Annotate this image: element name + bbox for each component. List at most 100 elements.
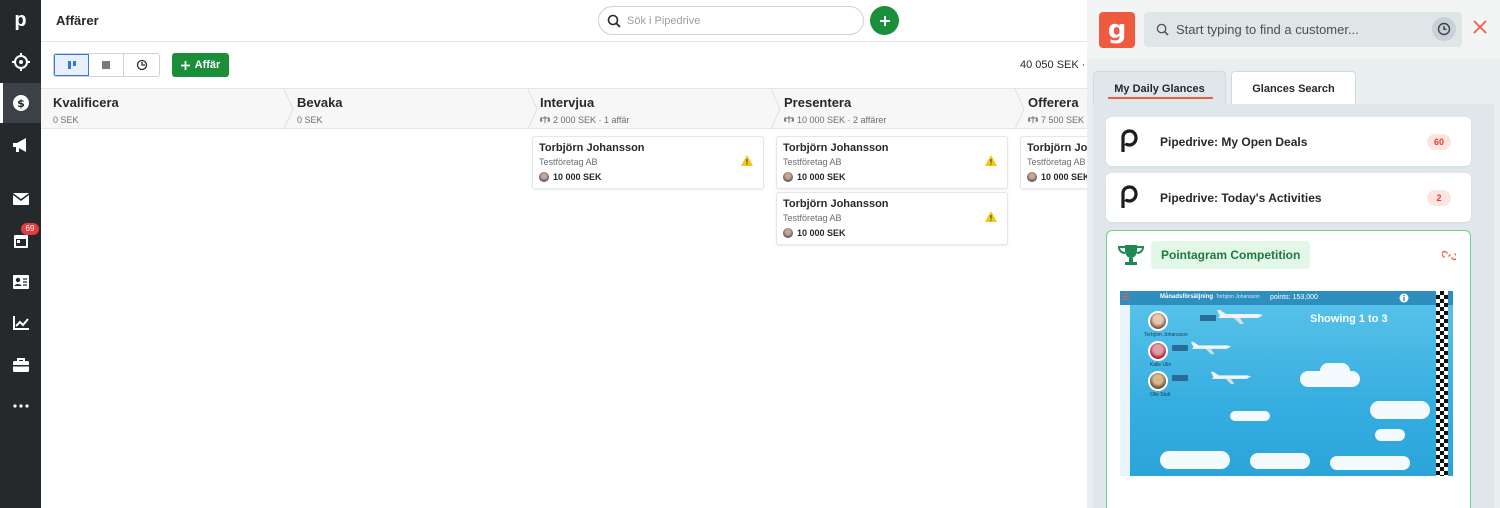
pipedrive-icon — [1121, 185, 1138, 208]
stage-header: Kvalificera 0 SEK — [41, 89, 294, 129]
quick-add-button[interactable] — [870, 6, 899, 35]
list-icon — [102, 61, 110, 69]
chart-icon[interactable] — [0, 303, 41, 343]
forecast-view-button[interactable] — [124, 54, 159, 76]
plus-icon — [879, 15, 890, 26]
forecast-icon — [136, 59, 147, 71]
glance-list: Pipedrive: My Open Deals 60 Pipedrive: T… — [1093, 104, 1494, 508]
deal-organization: Testföretag AB — [783, 213, 842, 223]
plane-icon — [1210, 371, 1252, 385]
target-icon[interactable] — [0, 42, 41, 82]
briefcase-icon[interactable] — [0, 345, 41, 385]
history-button[interactable] — [1432, 17, 1456, 41]
dollar-icon[interactable]: $ — [0, 83, 41, 123]
trophy-icon — [1117, 245, 1145, 265]
mail-icon[interactable] — [0, 179, 41, 219]
link-icon[interactable] — [1442, 248, 1456, 262]
pipeline-total: 40 050 SEK · 4 — [1020, 59, 1095, 71]
tab-my-daily-glances[interactable]: My Daily Glances — [1093, 71, 1226, 105]
stage-name: Kvalificera — [53, 95, 119, 110]
view-switcher — [53, 53, 160, 77]
warning-icon[interactable] — [741, 155, 753, 166]
stage-name: Presentera — [784, 95, 852, 110]
stage-meta: 2 000 SEK · 1 affär — [540, 115, 629, 125]
megaphone-icon[interactable] — [0, 125, 41, 165]
race-showing: Showing 1 to 3 — [1310, 313, 1388, 325]
glance-competition: Pointagram Competition Månadsförsäljning… — [1106, 230, 1471, 508]
stage-name: Intervjua — [540, 95, 595, 110]
glance-todays-activities[interactable]: Pipedrive: Today's Activities 2 — [1106, 173, 1471, 222]
warning-icon[interactable] — [985, 155, 997, 166]
stage-header: Bevaka 0 SEK — [285, 89, 538, 129]
stage-header: Presentera 10 000 SEK · 2 affärer — [772, 89, 1025, 129]
glance-tabs: My Daily Glances Glances Search — [1093, 71, 1499, 105]
race-visualization[interactable]: Månadsförsäljning Torbjörn Johansson poi… — [1120, 291, 1453, 476]
racer-name: Torbjörn Johansson — [1144, 332, 1188, 338]
stage-column: Presentera 10 000 SEK · 2 affärer Torbjö… — [772, 89, 1025, 508]
search-icon — [1156, 23, 1169, 36]
deal-value: 10 000 SEK — [783, 228, 846, 238]
pipedrive-icon — [1121, 129, 1138, 152]
app-logo[interactable]: g — [1099, 12, 1135, 48]
customer-search-input[interactable]: Start typing to find a customer... — [1144, 12, 1462, 47]
main-nav: p $ 69 — [0, 0, 41, 508]
deal-card[interactable]: Torbjörn Johansson Testföretag AB 10 000… — [1020, 136, 1087, 189]
deal-title: Torbjörn Johansson — [539, 142, 645, 154]
list-view-button[interactable] — [89, 54, 124, 76]
deal-card[interactable]: Torbjörn Johansson Testföretag AB 10 000… — [776, 192, 1008, 245]
racer-score — [1172, 345, 1188, 351]
deal-card[interactable]: Torbjörn Johansson Testföretag AB 10 000… — [532, 136, 764, 189]
close-icon[interactable] — [1473, 20, 1487, 34]
glance-open-deals[interactable]: Pipedrive: My Open Deals 60 — [1106, 117, 1471, 166]
stage-column: Offerera 7 500 SEK · Torbjörn Johansson … — [1016, 89, 1087, 508]
add-deal-button[interactable]: Affär — [172, 53, 229, 77]
deal-title: Torbjörn Johansson — [783, 198, 889, 210]
glance-count: 60 — [1427, 134, 1451, 150]
pipeline-toolbar: Affär 40 050 SEK · 4 — [41, 42, 1095, 89]
deal-card[interactable]: Torbjörn Johansson Testföretag AB 10 000… — [776, 136, 1008, 189]
deal-value: 10 000 SEK — [539, 172, 602, 182]
warning-icon[interactable] — [985, 211, 997, 222]
search-input[interactable]: Sök i Pipedrive — [598, 6, 864, 35]
plane-icon — [1190, 341, 1232, 355]
top-header: Affärer Sök i Pipedrive — [41, 0, 1087, 42]
owner-avatar — [783, 172, 793, 182]
plane-icon — [1217, 310, 1263, 324]
stage-column: Kvalificera 0 SEK — [41, 89, 294, 508]
pipeline-board: Kvalificera 0 SEK Bevaka 0 SEK Intervjua… — [41, 89, 1087, 508]
menu-icon[interactable] — [1122, 293, 1129, 300]
stage-name: Offerera — [1028, 95, 1079, 110]
owner-avatar — [1027, 172, 1037, 182]
weighted-value-icon — [540, 116, 550, 123]
svg-text:$: $ — [17, 97, 25, 110]
racer-avatar — [1148, 341, 1168, 361]
deal-value: 10 000 SEK — [783, 172, 846, 182]
search-placeholder: Sök i Pipedrive — [627, 14, 701, 27]
more-icon[interactable] — [0, 386, 41, 426]
deal-title: Torbjörn Johansson — [1027, 142, 1087, 154]
stage-header: Offerera 7 500 SEK · — [1016, 89, 1087, 129]
racer-score — [1172, 375, 1188, 381]
kanban-icon — [67, 61, 76, 69]
owner-avatar — [539, 172, 549, 182]
race-subtitle: Torbjörn Johansson — [1216, 294, 1260, 300]
glance-title: Pipedrive: My Open Deals — [1160, 135, 1308, 149]
racer-name: Olle Stolt — [1150, 392, 1171, 398]
page-title: Affärer — [56, 13, 99, 28]
stage-header: Intervjua 2 000 SEK · 1 affär — [528, 89, 781, 129]
weighted-value-icon — [784, 116, 794, 123]
tab-glances-search[interactable]: Glances Search — [1231, 71, 1356, 105]
customer-search-placeholder: Start typing to find a customer... — [1176, 22, 1359, 37]
pipeline-view-button[interactable] — [54, 54, 89, 76]
pipedrive-logo[interactable]: p — [0, 0, 41, 40]
race-points: points: 153,000 — [1270, 294, 1318, 301]
panel-header: g Start typing to find a customer... — [1087, 0, 1500, 59]
racer-name: Kalle Ulin — [1150, 362, 1172, 368]
weighted-value-icon — [1028, 116, 1038, 123]
plus-icon — [180, 60, 190, 70]
deal-organization: Testföretag AB — [1027, 157, 1086, 167]
contacts-icon[interactable] — [0, 262, 41, 302]
deal-organization: Testföretag AB — [539, 157, 598, 167]
glance-count: 2 — [1427, 190, 1451, 206]
info-icon[interactable] — [1399, 293, 1409, 303]
